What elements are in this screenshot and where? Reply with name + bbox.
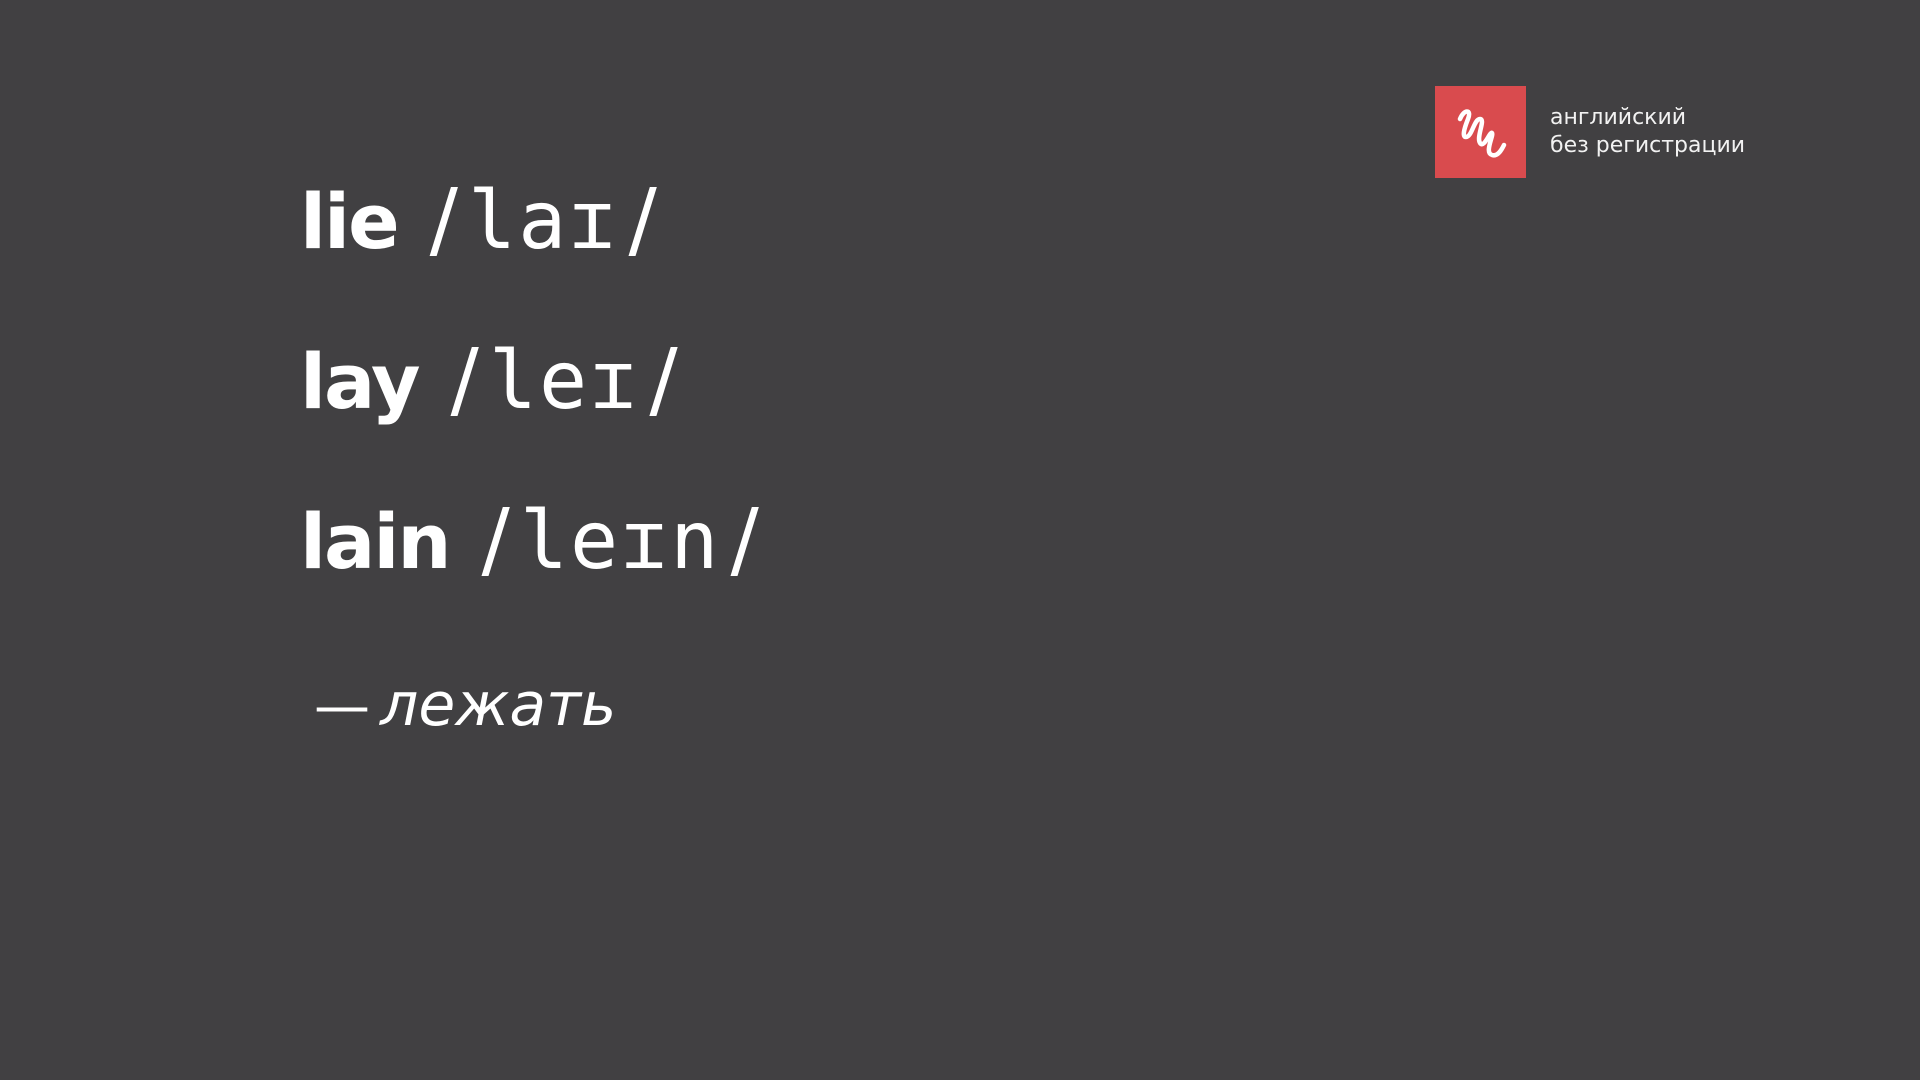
brand-line-2: без регистрации <box>1550 133 1746 158</box>
brand-logo: английский без регистрации <box>1435 86 1745 178</box>
translation-meaning: лежать <box>380 670 617 740</box>
transcription: leɪn <box>519 494 721 587</box>
transcription: laɪ <box>467 174 619 267</box>
translation: — лежать <box>314 670 616 740</box>
transcription-close-slash: / <box>649 330 678 428</box>
scribble-logo-icon <box>1435 86 1526 178</box>
transcription: leɪ <box>488 334 640 427</box>
word-row-lay: lay / leɪ / <box>300 330 769 490</box>
brand-line-1: английский <box>1550 105 1687 130</box>
word-row-lain: lain / leɪn / <box>300 490 769 650</box>
transcription-open-slash: / <box>429 170 458 268</box>
word: lay <box>300 337 421 426</box>
translation-dash: — <box>314 674 370 739</box>
brand-name: английский без регистрации <box>1550 104 1745 160</box>
transcription-open-slash: / <box>450 330 479 428</box>
word: lie <box>300 177 400 266</box>
transcription-close-slash: / <box>628 170 657 268</box>
transcription-open-slash: / <box>481 490 510 588</box>
transcription-close-slash: / <box>730 490 759 588</box>
word: lain <box>300 497 451 586</box>
word-row-lie: lie / laɪ / <box>300 170 769 330</box>
word-forms-list: lie / laɪ / lay / leɪ / lain / leɪn / <box>300 170 769 650</box>
